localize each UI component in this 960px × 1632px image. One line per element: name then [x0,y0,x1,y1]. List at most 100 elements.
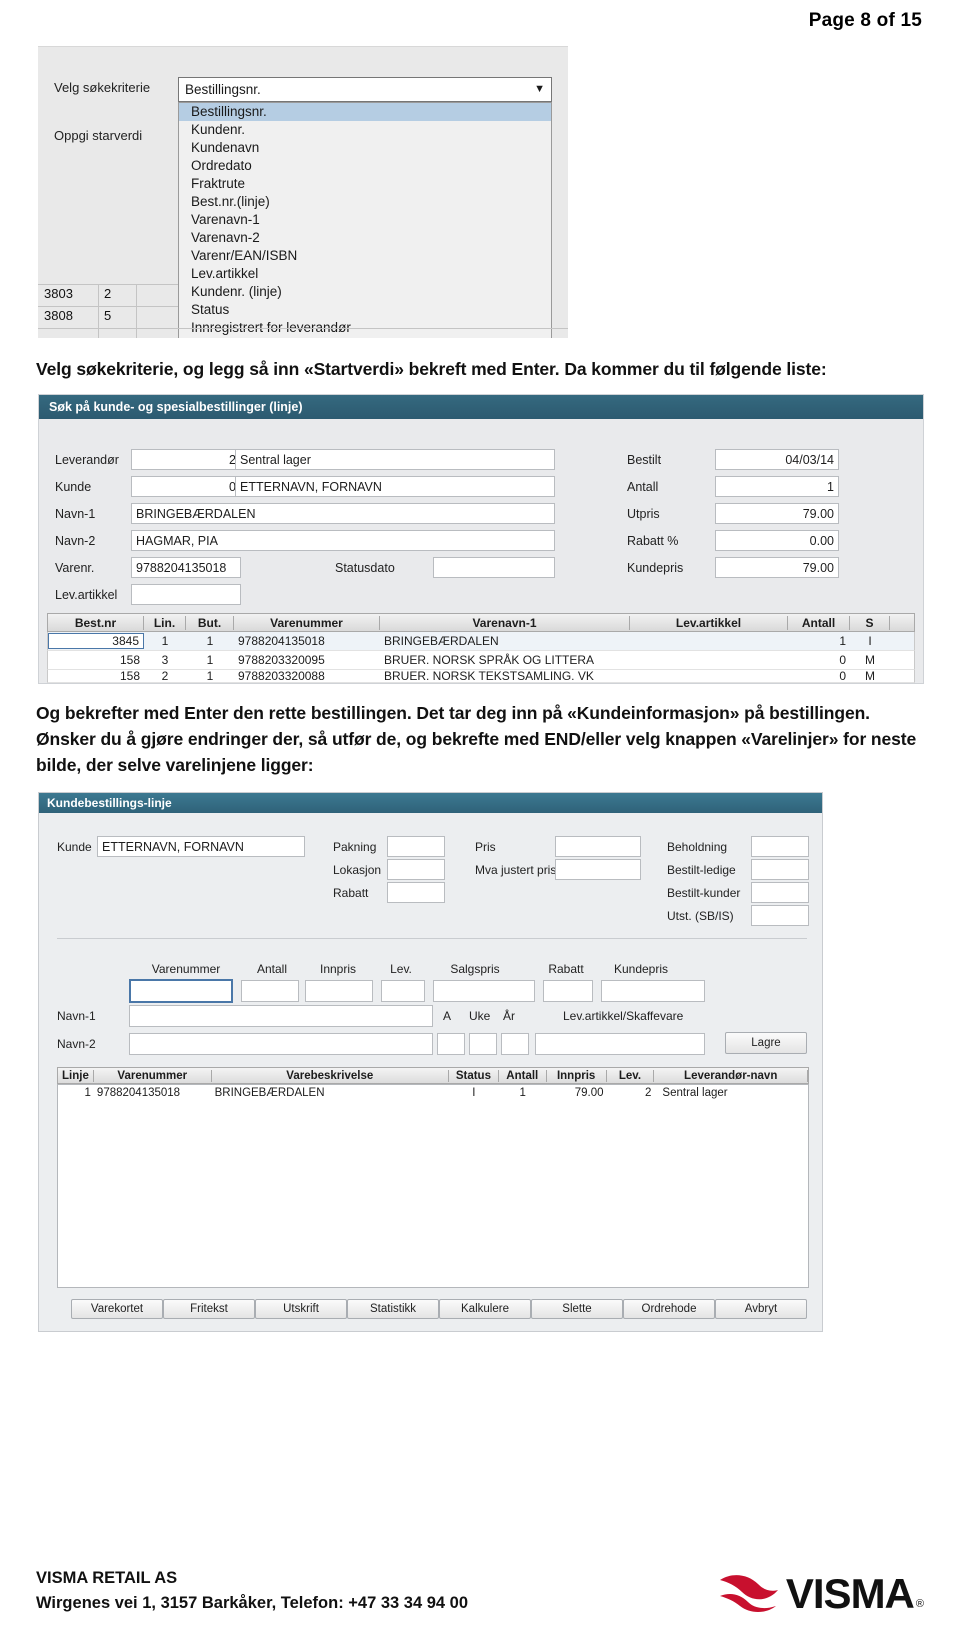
order-results-table[interactable]: Best.nr Lin. But. Varenummer Varenavn-1 … [47,613,915,683]
search-criteria-combobox[interactable]: Bestillingsnr. ▼ [178,77,552,102]
input-utpris[interactable]: 79.00 [715,503,839,524]
table-header-row: Best.nr Lin. But. Varenummer Varenavn-1 … [47,613,915,632]
cell-lin: 1 [161,634,169,648]
screenshot-customer-order-line-window: Kundebestillings-linje Kunde ETTERNAVN, … [38,792,823,1332]
grid-divider [38,306,178,307]
option-item[interactable]: Varenavn-1 [179,211,551,229]
option-item[interactable]: Kundenr. (linje) [179,283,551,301]
input-rabatt[interactable]: 0.00 [715,530,839,551]
input-bestilt-ledige[interactable] [751,859,809,880]
registered-trademark-icon: ® [915,1598,924,1610]
chevron-down-icon[interactable]: ▼ [534,83,545,95]
label-salgspris: Salgspris [450,962,500,976]
column-header: Varebeskrivelse [212,1069,449,1082]
table-row[interactable]: 158 3 1 9788203320095 BRUER. NORSK SPRÅK… [47,651,915,670]
option-item[interactable]: Lev.artikkel [179,265,551,283]
label-navn1: Navn-1 [55,507,96,521]
combobox-value: Bestillingsnr. [185,82,261,97]
cell-but: 1 [206,670,214,683]
input-kunde-navn[interactable]: ETTERNAVN, FORNAVN [235,476,555,497]
option-item[interactable]: Bestillingsnr. [179,103,551,121]
search-criteria-option-list[interactable]: Bestillingsnr. Kundenr. Kundenavn Ordred… [178,102,552,338]
input-leverandor-navn[interactable]: Sentral lager [235,449,555,470]
cell-varenummer: 9788203320095 [238,653,325,667]
label-oppgi-startverdi: Oppgi starverdi [54,128,143,143]
input-levartikkel-skaffevare[interactable] [535,1033,705,1055]
table-row[interactable]: 3845 1 1 9788204135018 BRINGEBÆRDALEN 1 … [47,632,915,651]
input-line-lev[interactable] [381,980,425,1002]
input-mva-justert-pris[interactable] [555,859,641,880]
column-header: Antall [499,1069,547,1082]
fritekst-button[interactable]: Fritekst [163,1299,255,1319]
label-utpris: Utpris [627,507,660,521]
table-row[interactable]: 158 2 1 9788203320088 BRUER. NORSK TEKST… [47,670,915,683]
input-varenr[interactable]: 9788204135018 [131,557,241,578]
input-line-salgspris[interactable] [433,980,535,1002]
avbryt-button[interactable]: Avbryt [715,1299,807,1319]
input-ar[interactable] [501,1033,529,1055]
input-pris[interactable] [555,836,641,857]
column-header: Best.nr [48,615,144,630]
input-line-kundepris[interactable] [601,980,705,1002]
paragraph-2: Og bekrefter med Enter den rette bestill… [36,703,917,775]
input-pakning[interactable] [387,836,445,857]
input-bestilt-kunder[interactable] [751,882,809,903]
kalkulere-button[interactable]: Kalkulere [439,1299,531,1319]
input-antall[interactable]: 1 [715,476,839,497]
ordrehode-button[interactable]: Ordrehode [623,1299,715,1319]
input-line-innpris[interactable] [305,980,373,1002]
input-line-rabatt[interactable] [543,980,593,1002]
line-grid-header: Linje Varenummer Varebeskrivelse Status … [57,1067,809,1084]
grid-divider [136,284,137,338]
input-bestilt[interactable]: 04/03/14 [715,449,839,470]
column-header: Varenummer [94,1069,212,1082]
input-navn2[interactable]: HAGMAR, PIA [131,530,555,551]
label-uke: Uke [469,1009,491,1023]
option-item[interactable]: Varenr/EAN/ISBN [179,247,551,265]
input-kunde-nr[interactable]: 0 [131,476,241,497]
line-grid-body[interactable]: 1 9788204135018 BRINGEBÆRDALEN I 1 79.00… [57,1084,809,1288]
screenshot-order-search-window: Søk på kunde- og spesialbestillinger (li… [38,394,924,684]
statistikk-button[interactable]: Statistikk [347,1299,439,1319]
input-line-antall[interactable] [241,980,299,1002]
option-item[interactable]: Kundenr. [179,121,551,139]
input-line-varenummer[interactable] [129,979,233,1003]
input-kunde[interactable]: ETTERNAVN, FORNAVN [97,836,305,857]
input-navn1[interactable]: BRINGEBÆRDALEN [131,503,555,524]
option-item[interactable]: Status [179,301,551,319]
option-item[interactable]: Ordredato [179,157,551,175]
option-item[interactable]: Best.nr.(linje) [179,193,551,211]
label-kunde: Kunde [57,840,92,854]
option-item[interactable]: Fraktrute [179,175,551,193]
input-navn1[interactable] [129,1005,433,1027]
input-lokasjon[interactable] [387,859,445,880]
input-leverandor-nr[interactable]: 2 [131,449,241,470]
grid-row[interactable]: 1 9788204135018 BRINGEBÆRDALEN I 1 79.00… [58,1085,808,1100]
label-lev: Lev. [390,962,412,976]
slette-button[interactable]: Slette [531,1299,623,1319]
varekortet-button[interactable]: Varekortet [71,1299,163,1319]
input-kundepris[interactable]: 79.00 [715,557,839,578]
grid-divider [38,328,568,329]
cell-antall: 1 [519,1086,526,1099]
visma-logo: VISMA ® [718,1570,924,1615]
cell-status: M [865,653,875,667]
input-rabatt[interactable] [387,882,445,903]
save-button[interactable]: Lagre [725,1032,807,1054]
cell-but: 1 [206,653,214,667]
option-item[interactable]: Kundenavn [179,139,551,157]
grid-cell: 3803 [44,286,73,301]
input-navn2[interactable] [129,1033,433,1055]
label-levartikkel: Lev.artikkel [55,588,118,602]
input-utst[interactable] [751,905,809,926]
utskrift-button[interactable]: Utskrift [255,1299,347,1319]
cell-status: M [865,670,875,683]
input-a[interactable] [437,1033,465,1055]
option-item[interactable]: Varenavn-2 [179,229,551,247]
input-uke[interactable] [469,1033,497,1055]
input-statusdato[interactable] [433,557,555,578]
input-beholdning[interactable] [751,836,809,857]
label-kundepris: Kundepris [613,962,669,976]
input-levartikkel[interactable] [131,584,241,605]
grid-divider [98,284,99,338]
